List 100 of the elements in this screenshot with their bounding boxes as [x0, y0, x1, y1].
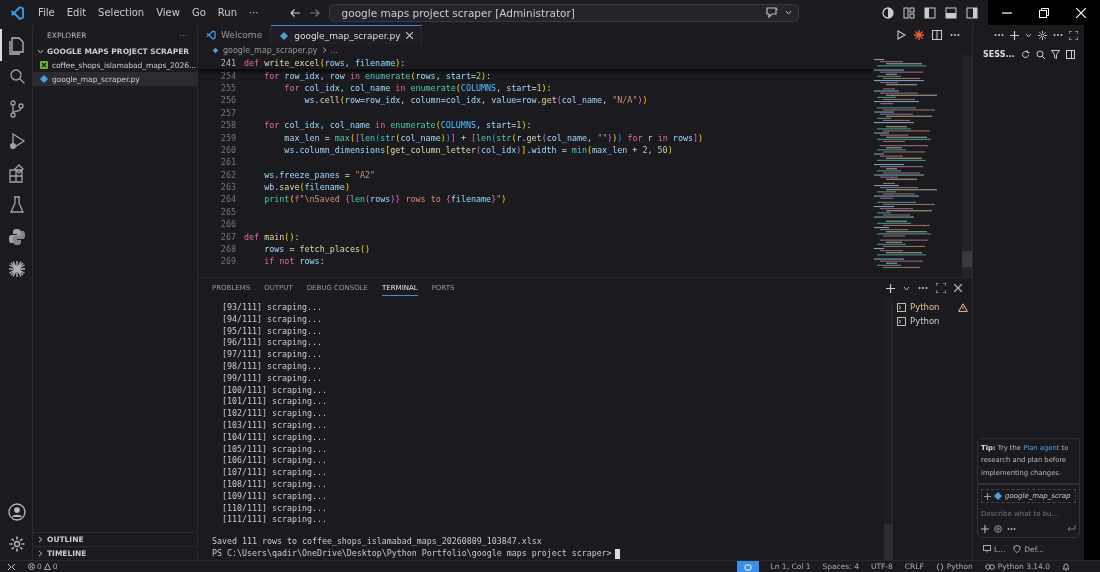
braces-icon	[935, 562, 944, 571]
right-sidebar-icon[interactable]	[966, 6, 978, 19]
maximize-icon[interactable]	[1069, 30, 1078, 40]
python-file-icon	[39, 74, 49, 84]
terminal-line: [109/111] scraping...	[221, 490, 328, 503]
shield-icon	[1013, 545, 1022, 553]
line-number: 254	[219, 70, 236, 81]
more-icon[interactable]	[1053, 33, 1063, 37]
error-icon	[28, 563, 35, 570]
terminal-line: [101/111] scraping...	[221, 396, 328, 409]
bell-icon[interactable]	[1062, 562, 1070, 571]
caret-icon[interactable]	[903, 284, 910, 292]
line-number: 261	[219, 157, 236, 168]
terminal-line: [107/111] scraping...	[221, 467, 328, 479]
back-arrow-icon[interactable]	[288, 7, 301, 18]
branch-icon[interactable]	[7, 99, 27, 119]
play-bug-icon[interactable]	[7, 131, 27, 151]
breadcrumb-item[interactable]: ...	[330, 45, 339, 55]
command-center-field[interactable]: google maps project scraper [Administrator]	[328, 3, 799, 22]
terminal-line: [108/111] scraping...	[221, 478, 328, 491]
filter-icon[interactable]	[1050, 49, 1060, 59]
line-number: 266	[219, 219, 236, 230]
account-icon[interactable]	[8, 503, 26, 521]
more-icon[interactable]	[950, 33, 960, 37]
caret-icon[interactable]	[784, 9, 792, 16]
add-icon[interactable]	[981, 525, 989, 533]
terminal-line: [103/111] scraping...	[221, 419, 328, 432]
files-icon[interactable]	[7, 35, 27, 55]
menu-item[interactable]: Edit	[60, 5, 93, 20]
run-icon[interactable]	[897, 30, 906, 40]
snake-logo-icon[interactable]	[7, 227, 27, 247]
terminal-line: [105/111] scraping...	[221, 443, 328, 456]
more-icon[interactable]	[994, 33, 1004, 37]
app-logo-icon[interactable]	[10, 5, 24, 20]
text-cursor	[614, 549, 620, 560]
forward-arrow-icon[interactable]	[308, 7, 321, 18]
terminal-line: [106/111] scraping...	[221, 455, 328, 468]
close-icon[interactable]	[405, 32, 413, 39]
settings-icon[interactable]	[1038, 30, 1047, 40]
sparkle-icon[interactable]	[914, 30, 924, 40]
at-sign-icon[interactable]	[994, 525, 1002, 533]
more-icon[interactable]	[918, 286, 928, 290]
scrollbar-thumb[interactable]	[962, 251, 972, 267]
menu-item[interactable]: File	[32, 5, 61, 20]
line-number: 259	[219, 132, 236, 143]
settings-icon[interactable]	[8, 535, 26, 553]
chat-bubble-icon[interactable]	[765, 7, 779, 18]
terminal-icon	[897, 316, 906, 326]
menu-item[interactable]: View	[150, 5, 186, 20]
line-number: 265	[219, 206, 236, 217]
half-circle-icon[interactable]	[882, 6, 894, 19]
line-number: 262	[219, 169, 236, 180]
terminal-line: [100/111] scraping...	[221, 384, 328, 397]
menu-item[interactable]: Run	[211, 5, 243, 20]
add-icon[interactable]	[886, 283, 895, 293]
close-icon[interactable]	[954, 284, 962, 292]
line-number: 255	[219, 82, 236, 93]
terminal-line: [104/111] scraping...	[221, 431, 328, 444]
accounts-status[interactable]	[736, 561, 759, 572]
search-icon[interactable]	[1035, 49, 1045, 59]
code-line: def write_excel(rows, filename):	[244, 58, 406, 69]
line-number: 260	[219, 144, 236, 155]
terminal-line: [98/111] scraping...	[221, 361, 323, 373]
terminal-line: Saved 111 rows to coffee_shops_islamabad_maps_20260809_103847.xlsx	[212, 536, 543, 549]
more-icon[interactable]	[1007, 527, 1016, 531]
flask-icon[interactable]	[7, 195, 27, 215]
chevron-icon[interactable]	[37, 48, 44, 55]
maximize-icon[interactable]	[936, 283, 946, 293]
terminal-line: [110/111] scraping...	[221, 502, 328, 515]
terminal-session-item[interactable]: Python	[893, 314, 972, 328]
left-sidebar-icon[interactable]	[924, 6, 936, 19]
split-editor-icon[interactable]	[932, 30, 942, 40]
side-panel-icon[interactable]	[1065, 49, 1075, 59]
chevron-icon	[321, 47, 327, 53]
line-number: 263	[219, 182, 236, 193]
terminal-line: [94/111] scraping...	[221, 313, 323, 326]
burst-icon[interactable]	[7, 259, 27, 279]
warning-icon	[43, 563, 51, 570]
add-icon	[984, 492, 991, 500]
line-number: 264	[219, 194, 236, 205]
line-number: 241	[219, 58, 236, 69]
refresh-icon[interactable]	[1020, 49, 1030, 59]
restore-icon[interactable]	[1039, 7, 1049, 18]
menu-item[interactable]: ···	[243, 5, 265, 20]
enter-icon[interactable]	[1067, 525, 1076, 533]
code-line: if not rows:	[263, 256, 325, 267]
menu-item[interactable]: Selection	[92, 5, 151, 20]
code-line: wb.save(filename)	[263, 182, 350, 193]
line-number: 256	[219, 95, 236, 106]
add-icon[interactable]	[1010, 30, 1019, 40]
remote-icon[interactable]	[6, 562, 16, 571]
bottom-panel-icon[interactable]	[945, 6, 957, 19]
layout-icon[interactable]	[903, 6, 915, 19]
editor-tab[interactable]: google_map_scraper.py	[271, 25, 422, 45]
caret-icon[interactable]	[1025, 31, 1032, 39]
code-line: ws.freeze_panes = "A2"	[263, 169, 376, 180]
menu-item[interactable]: Go	[185, 5, 212, 20]
code-line: for col_idx, col_name in enumerate(COLUMNS, start=1):	[263, 120, 532, 131]
breadcrumb-item[interactable]: google_map_scraper.py	[223, 45, 318, 55]
terminal-session-item[interactable]: Python	[893, 300, 972, 314]
